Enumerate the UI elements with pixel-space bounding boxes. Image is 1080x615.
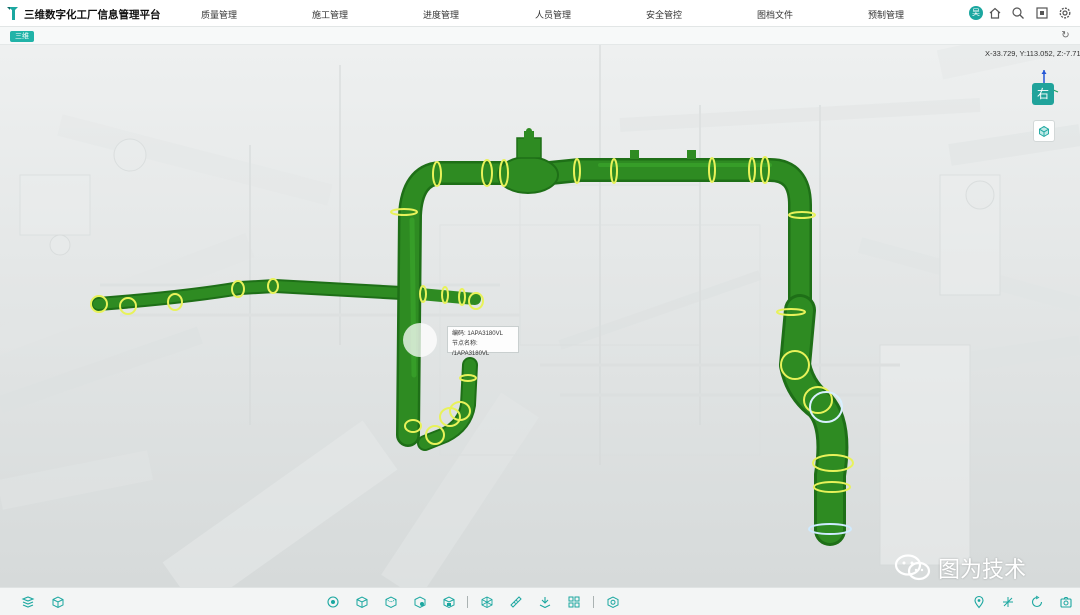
user-avatar[interactable]: 吴 <box>969 6 983 20</box>
3d-viewport[interactable]: X-33.729, Y:113.052, Z:-7.718 <box>0 45 1080 587</box>
nav-progress[interactable]: 进度管理 <box>423 8 459 21</box>
target-icon[interactable] <box>326 595 340 609</box>
scene-canvas <box>0 45 1080 587</box>
settings-icon[interactable] <box>1058 6 1072 20</box>
model-cube-icon[interactable] <box>51 595 65 609</box>
layers-icon[interactable] <box>21 595 35 609</box>
bottom-toolbar <box>0 587 1080 615</box>
cube-icon[interactable] <box>355 595 369 609</box>
top-header: 三维数字化工厂信息管理平台 质量管理 施工管理 进度管理 人员管理 安全管控 图… <box>0 0 1080 27</box>
axis-icon[interactable] <box>1001 595 1015 609</box>
viewcube-face[interactable]: 右 <box>1032 83 1054 105</box>
tooltip-code: 编码: 1APA3180VL <box>452 331 503 337</box>
refresh-icon[interactable]: ↻ <box>1060 30 1071 41</box>
toolbar-divider <box>467 596 468 608</box>
cube-box-icon[interactable] <box>442 595 456 609</box>
roaming-icon[interactable] <box>538 595 552 609</box>
home-icon[interactable] <box>988 6 1002 20</box>
wechat-icon <box>894 554 931 581</box>
grid-icon[interactable] <box>567 595 581 609</box>
nav-construction[interactable]: 施工管理 <box>312 8 348 21</box>
nav-personnel[interactable]: 人员管理 <box>535 8 571 21</box>
nav-prefab[interactable]: 预制管理 <box>868 8 904 21</box>
tooltip-node-name: 节点名称: /1APA3180VL <box>452 341 490 357</box>
nav-safety[interactable]: 安全管控 <box>646 8 682 21</box>
camera-icon[interactable] <box>1059 595 1073 609</box>
nav-documents[interactable]: 图档文件 <box>757 8 793 21</box>
cube-pin-icon[interactable] <box>413 595 427 609</box>
watermark-text: 图为技术 <box>938 557 1027 582</box>
sub-toolbar: 三维 ↻ <box>0 27 1080 45</box>
rotate-icon[interactable] <box>1030 595 1044 609</box>
cube-mesh-icon[interactable] <box>480 595 494 609</box>
view-mode-cube-icon[interactable] <box>1033 120 1055 142</box>
fullscreen-icon[interactable] <box>1035 6 1049 20</box>
coordinate-readout: X-33.729, Y:113.052, Z:-7.718 <box>985 49 1080 58</box>
ruler-icon[interactable] <box>509 595 523 609</box>
app-title: 三维数字化工厂信息管理平台 <box>24 9 161 21</box>
location-icon[interactable] <box>972 595 986 609</box>
logo-icon <box>7 7 18 20</box>
toolbar-divider <box>593 596 594 608</box>
nav-quality[interactable]: 质量管理 <box>201 8 237 21</box>
mode-tag-3d[interactable]: 三维 <box>10 31 34 42</box>
pipe-info-tooltip: 编码: 1APA3180VL 节点名称: /1APA3180VL <box>447 326 519 357</box>
search-icon[interactable] <box>1011 6 1025 20</box>
cube-outline-icon[interactable] <box>384 595 398 609</box>
settings-cube-icon[interactable] <box>606 595 620 609</box>
